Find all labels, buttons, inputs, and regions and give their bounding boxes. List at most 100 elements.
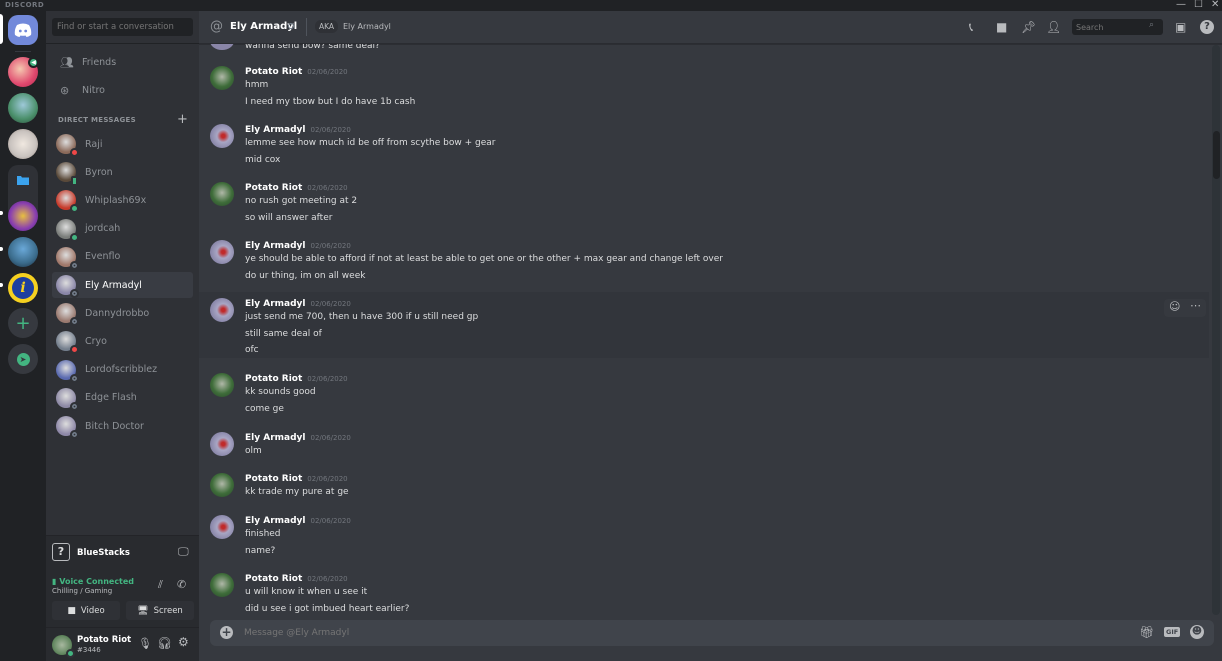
avatar[interactable] [210,515,234,539]
timestamp: 02/06/2020 [310,300,351,308]
pinned-messages-icon[interactable]: 📌︎ [1021,20,1036,34]
minimize-button[interactable]: — [1176,0,1186,11]
message-line: hmm [245,80,269,90]
avatar[interactable] [210,573,234,597]
search-icon: ⌕ [1149,20,1155,30]
close-window-button[interactable]: ✕ [1211,0,1219,11]
upload-plus-icon[interactable]: + [220,626,233,639]
message-line: finished [245,529,281,539]
server-icon[interactable] [8,93,38,123]
create-dm-button[interactable]: + [177,112,188,127]
message-line: just send me 700, then u have 300 if u s… [245,312,479,322]
message-line: still same deal of [245,328,322,339]
dm-name: Edge Flash [85,392,137,404]
status-off-icon [70,430,79,439]
message-group: Ely Armadyl 02/06/2020 ye should be able t… [199,234,1209,286]
dm-name: jordcah [85,223,121,235]
author-name[interactable]: Ely Armadyl [245,516,305,526]
message-input[interactable] [244,625,1124,641]
add-server-button[interactable]: + [8,308,38,338]
timestamp: 02/06/2020 [310,126,351,134]
message-group: Potato Riot 02/06/2020 hmm I need my tbow b… [199,60,1209,112]
avatar[interactable] [210,373,234,397]
timestamp: 02/06/2020 [310,242,351,250]
dm-item[interactable]: jordcah [52,216,193,242]
server-icon[interactable]: i [8,273,38,303]
author-name[interactable]: Ely Armadyl [245,125,305,135]
emoji-icon[interactable]: ☻ [1190,625,1204,639]
timestamp: 02/06/2020 [310,434,351,442]
author-name[interactable]: Potato Riot [245,67,302,77]
avatar[interactable] [210,473,234,497]
gif-icon[interactable]: GIF [1164,627,1181,637]
author-name[interactable]: Ely Armadyl [245,433,305,443]
headphones-icon[interactable]: 🎧︎ [157,636,172,650]
gift-icon[interactable]: 🎁︎ [1139,625,1154,639]
dm-item[interactable]: Ely Armadyl [52,272,193,298]
avatar[interactable] [210,182,234,206]
avatar[interactable] [210,298,234,322]
avatar[interactable] [210,124,234,148]
nav-nitro[interactable]: ⊛ Nitro [52,78,193,102]
user-avatar[interactable] [52,635,75,658]
folder-icon [17,176,29,185]
user-tag: #3446 [77,646,101,654]
explore-servers-button[interactable]: ➤ [8,344,38,374]
offline-status-icon [288,23,294,29]
scrollbar-thumb[interactable] [1213,131,1220,179]
noise-suppression-icon[interactable]: ⫽ [158,578,163,592]
dm-item[interactable]: Raji [52,131,193,157]
message-line: u will know it when u see it [245,587,368,597]
server-icon[interactable] [8,201,38,231]
dm-item[interactable]: Bitch Doctor [52,413,193,439]
dm-item[interactable]: Edge Flash [52,385,193,411]
find-conversation-input[interactable] [52,18,193,36]
microphone-icon[interactable]: 🎙︎ [138,637,152,650]
avatar[interactable] [210,240,234,264]
dm-item[interactable]: Dannydrobbo [52,300,193,327]
more-options-icon[interactable]: ⋯ [1190,299,1201,312]
go-live-icon[interactable]: 🖵︎ [178,545,189,559]
dm-item[interactable]: Whiplash69x [52,187,193,214]
message-line: I need my tbow but I do have 1b cash [245,96,416,107]
dm-item[interactable]: Lordofscribblez [52,357,193,383]
start-video-call-icon[interactable]: ■ [996,20,1007,34]
status-on-icon [70,232,79,242]
avatar[interactable] [210,66,234,90]
author-name[interactable]: Ely Armadyl [245,241,305,251]
dm-item[interactable]: Cryo [52,328,193,355]
disconnect-icon[interactable]: ✆ [177,578,186,591]
author-name[interactable]: Potato Riot [245,574,302,584]
author-name[interactable]: Potato Riot [245,374,302,384]
dm-item[interactable]: Byron [52,159,193,187]
message-header: Potato Riot 02/06/2020 [245,374,348,384]
help-icon[interactable]: ? [1200,20,1214,34]
settings-gear-icon[interactable]: ⚙ [178,635,189,649]
author-name[interactable]: Potato Riot [245,183,302,193]
message-line: lemme see how much id be off from scythe… [245,138,496,148]
message-line: name? [245,545,276,556]
add-reaction-icon[interactable]: ☺ [1169,300,1180,313]
screen-share-button[interactable]: 🖥︎ Screen [126,601,194,620]
avatar[interactable] [210,432,234,456]
home-button[interactable] [8,15,38,45]
video-button[interactable]: ■ Video [52,601,120,620]
dm-item[interactable]: Evenflo [52,244,193,270]
inbox-icon[interactable]: ▣ [1175,20,1186,34]
nav-friends[interactable]: 👥︎ Friends [52,50,193,74]
author-name[interactable]: Potato Riot [245,474,302,484]
screen-icon: 🖥︎ [137,605,149,616]
direct-messages-header: DIRECT MESSAGES [58,116,136,124]
server-icon[interactable] [8,237,38,267]
timestamp: 02/06/2020 [310,517,351,525]
app-brand: DISCORD [5,1,45,9]
author-name[interactable]: Ely Armadyl [245,299,305,309]
voice-status: ▮ Voice Connected [52,577,135,586]
message-group: Ely Armadyl 02/06/2020 olm [199,426,1209,456]
dm-name: Raji [85,138,103,150]
maximize-button[interactable]: ☐ [1194,0,1203,11]
add-friend-to-dm-icon[interactable]: 👤︎ [1046,20,1061,34]
status-dnd-icon [70,148,79,157]
server-icon[interactable] [8,129,38,159]
start-voice-call-icon[interactable]: 📞︎ [969,20,973,35]
